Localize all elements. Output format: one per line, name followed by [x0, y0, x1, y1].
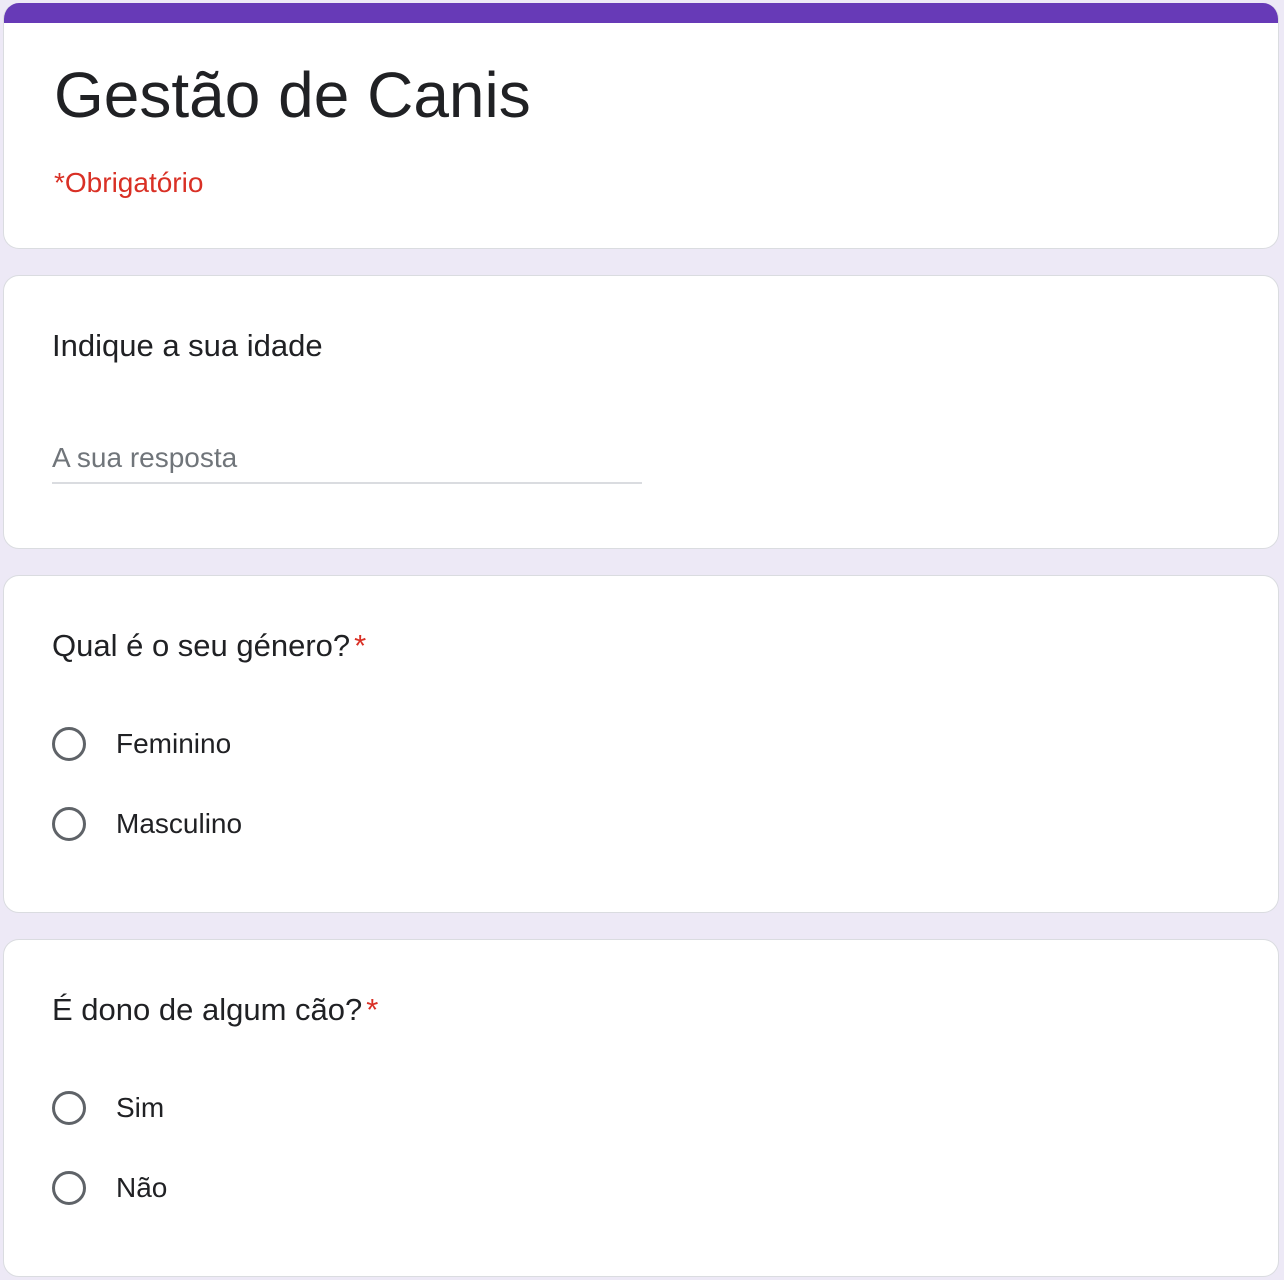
question-card-gender: Qual é o seu género? * Feminino Masculino — [3, 575, 1279, 913]
question-card-dog-owner: É dono de algum cão? * Sim Não — [3, 939, 1279, 1277]
radio-option-label: Sim — [116, 1092, 165, 1123]
radio-option-masculino[interactable]: Masculino — [52, 802, 242, 846]
form-header-card: Gestão de Canis *Obrigatório — [3, 3, 1279, 249]
question-card-age: Indique a sua idade — [3, 275, 1279, 549]
radio-option-feminino[interactable]: Feminino — [52, 722, 231, 766]
form-title: Gestão de Canis — [54, 59, 531, 131]
radio-option-sim[interactable]: Sim — [52, 1086, 164, 1130]
radio-button-icon[interactable] — [52, 1091, 86, 1125]
radio-button-icon[interactable] — [52, 807, 86, 841]
question-title-text: Qual é o seu género? — [52, 628, 351, 663]
radio-option-label: Masculino — [116, 808, 243, 839]
question-title-text: É dono de algum cão? — [52, 992, 363, 1027]
question-title: Qual é o seu género? * — [52, 626, 366, 666]
question-title: É dono de algum cão? * — [52, 990, 378, 1030]
radio-option-label: Feminino — [116, 728, 232, 759]
age-answer-input[interactable] — [52, 434, 642, 484]
question-title: Indique a sua idade — [52, 326, 323, 366]
radio-option-label: Não — [116, 1172, 168, 1203]
header-accent-bar — [4, 3, 1278, 23]
radio-button-icon[interactable] — [52, 1171, 86, 1205]
radio-option-nao[interactable]: Não — [52, 1166, 167, 1210]
required-note: *Obrigatório — [54, 167, 204, 198]
question-title-text: Indique a sua idade — [52, 328, 323, 363]
required-asterisk: * — [366, 992, 379, 1027]
radio-button-icon[interactable] — [52, 727, 86, 761]
required-asterisk: * — [354, 628, 367, 663]
